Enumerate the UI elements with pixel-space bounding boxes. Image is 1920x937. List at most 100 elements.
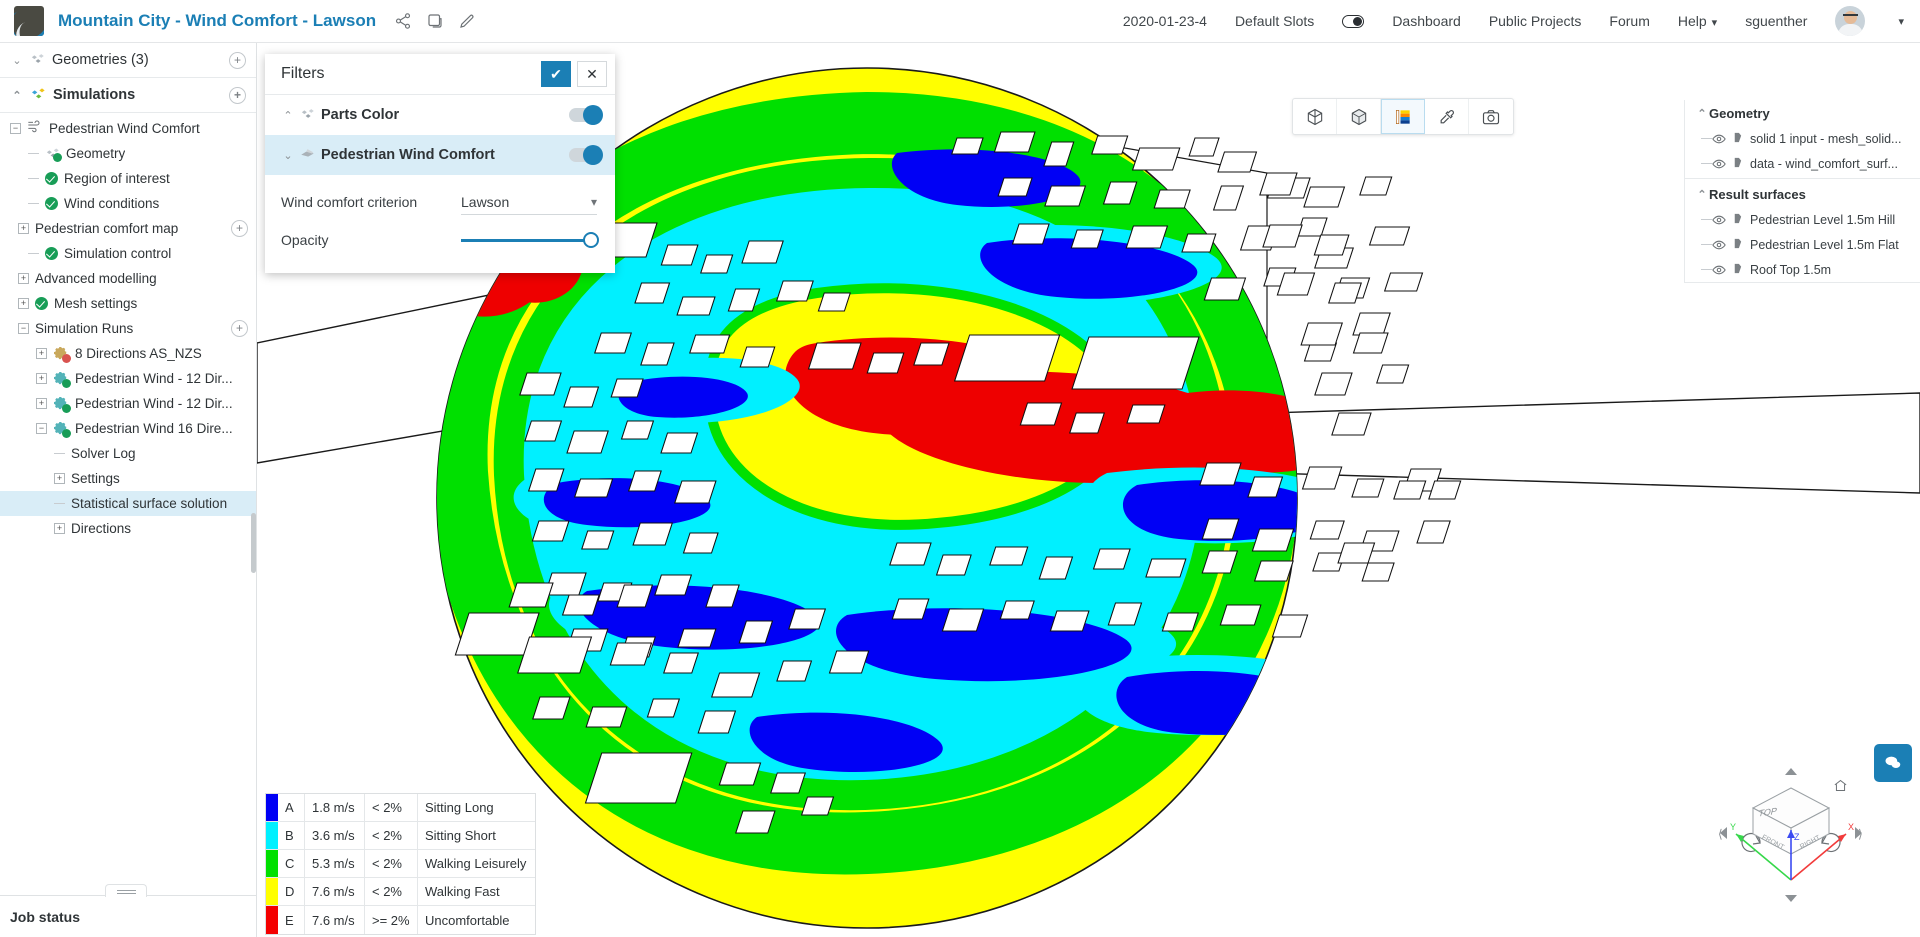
- app-logo-icon[interactable]: [14, 6, 44, 36]
- opacity-slider[interactable]: [461, 231, 599, 249]
- run-pedestrian-wind-16-dir[interactable]: − Pedestrian Wind 16 Dire...: [0, 416, 256, 441]
- filter-pwc-toggle[interactable]: [569, 145, 603, 165]
- tree-expand-toggle[interactable]: −: [18, 323, 29, 334]
- edit-icon[interactable]: [458, 12, 476, 30]
- run-pedestrian-wind-12-dir-b[interactable]: + Pedestrian Wind - 12 Dir...: [0, 391, 256, 416]
- eye-icon[interactable]: [1712, 213, 1726, 227]
- geometries-label: Geometries (3): [52, 52, 149, 68]
- tree-item-add-button[interactable]: +: [231, 320, 248, 337]
- tree-scrollbar[interactable]: [251, 513, 256, 573]
- nav-public-projects[interactable]: Public Projects: [1489, 13, 1582, 29]
- eyedropper-icon[interactable]: [1425, 99, 1469, 134]
- camera-icon[interactable]: [1469, 99, 1513, 134]
- nav-username[interactable]: sguenther: [1745, 13, 1807, 29]
- tree-expand-toggle[interactable]: +: [54, 473, 65, 484]
- tree-expand-toggle[interactable]: +: [36, 398, 47, 409]
- tree-item-label: Pedestrian Wind - 12 Dir...: [75, 371, 233, 386]
- eye-icon[interactable]: [1712, 238, 1726, 252]
- add-simulation-button[interactable]: +: [229, 86, 246, 104]
- tree-item-label: 8 Directions AS_NZS: [75, 346, 202, 361]
- nav-forum[interactable]: Forum: [1609, 13, 1649, 29]
- copy-icon[interactable]: [426, 12, 444, 30]
- parts-color-twisty-icon[interactable]: ⌃: [281, 109, 295, 122]
- legend-key: C: [285, 856, 295, 871]
- result-pedestrian-level-1-5m-hill[interactable]: Pedestrian Level 1.5m Hill: [1685, 207, 1920, 232]
- sim-simulation-control[interactable]: Simulation control: [0, 241, 256, 266]
- slot-toggle-icon[interactable]: [1342, 14, 1365, 28]
- share-icon[interactable]: [394, 12, 412, 30]
- result-surfaces-header[interactable]: ⌃ Result surfaces: [1685, 181, 1920, 207]
- geometries-twisty-icon[interactable]: ⌄: [10, 54, 24, 67]
- run-settings[interactable]: + Settings: [0, 466, 256, 491]
- result-pedestrian-level-1-5m-flat[interactable]: Pedestrian Level 1.5m Flat: [1685, 232, 1920, 257]
- sim-mesh-settings[interactable]: + Mesh settings: [0, 291, 256, 316]
- nav-slot-date[interactable]: 2020-01-23-4: [1123, 13, 1207, 29]
- surface-tag-icon: [1732, 238, 1743, 251]
- run-directions[interactable]: + Directions: [0, 516, 256, 541]
- eye-icon[interactable]: [1712, 263, 1726, 277]
- nav-help[interactable]: Help ▾: [1678, 13, 1717, 29]
- home-icon[interactable]: [1833, 778, 1848, 793]
- filter-pedestrian-wind-comfort[interactable]: ⌄ Pedestrian Wind Comfort: [265, 135, 615, 175]
- tree-expand-toggle[interactable]: +: [36, 373, 47, 384]
- filters-confirm-button[interactable]: ✔: [541, 61, 571, 87]
- run-8-directions-as-nzs[interactable]: +8 Directions AS_NZS: [0, 341, 256, 366]
- sim-advanced-modelling[interactable]: + Advanced modelling: [0, 266, 256, 291]
- job-status-bar[interactable]: Job status: [0, 895, 257, 937]
- criterion-label: Wind comfort criterion: [281, 194, 418, 210]
- parts-color-icon: [300, 106, 315, 125]
- bounding-box-icon[interactable]: [1293, 99, 1337, 134]
- tree-connector: [28, 178, 39, 179]
- filter-parts-color-toggle[interactable]: [569, 105, 603, 125]
- eye-icon[interactable]: [1712, 157, 1726, 171]
- sim-wind-conditions[interactable]: Wind conditions: [0, 191, 256, 216]
- avatar[interactable]: [1835, 6, 1866, 36]
- navigation-cube[interactable]: TOP FRONT RIGHT Y X Z ⟨ ⟩: [1710, 752, 1872, 914]
- tree-item-add-button[interactable]: +: [231, 220, 248, 237]
- criterion-select[interactable]: Lawson ▾: [461, 189, 597, 215]
- tree-expand-toggle[interactable]: +: [18, 273, 29, 284]
- svg-text:⟨: ⟨: [1718, 827, 1723, 841]
- tree-expand-toggle[interactable]: +: [18, 223, 29, 234]
- nav-dashboard[interactable]: Dashboard: [1392, 13, 1461, 29]
- run-statistical-surface-solution[interactable]: Statistical surface solution: [0, 491, 256, 516]
- result-roof-top-1-5m[interactable]: Roof Top 1.5m: [1685, 257, 1920, 282]
- simulations-twisty-icon[interactable]: ⌃: [10, 89, 24, 102]
- geometry-header[interactable]: ⌃ Geometry: [1685, 100, 1920, 126]
- tree-section-simulations[interactable]: ⌃ Simulations +: [0, 78, 256, 113]
- opacity-slider-knob[interactable]: [583, 232, 599, 248]
- tree-section-geometries[interactable]: ⌄ Geometries (3) +: [0, 43, 256, 78]
- sim-geometry[interactable]: Geometry: [0, 141, 256, 166]
- solid-cube-icon[interactable]: [1337, 99, 1381, 134]
- tree-item-label: Simulation Runs: [35, 321, 134, 336]
- filters-close-button[interactable]: ✕: [577, 61, 607, 87]
- geometry-collapse-icon[interactable]: ⌃: [1695, 107, 1709, 120]
- panel-resize-handle[interactable]: [105, 884, 147, 897]
- nav-default-slots[interactable]: Default Slots: [1235, 13, 1314, 29]
- tree-item-label: Pedestrian Wind Comfort: [49, 121, 200, 136]
- tree-expand-toggle[interactable]: +: [36, 348, 47, 359]
- add-geometry-button[interactable]: +: [229, 51, 246, 69]
- run-pedestrian-wind-12-dir-a[interactable]: + Pedestrian Wind - 12 Dir...: [0, 366, 256, 391]
- tree-expand-toggle[interactable]: +: [54, 523, 65, 534]
- sim-region-of-interest[interactable]: Region of interest: [0, 166, 256, 191]
- tree-connector: [1701, 163, 1712, 164]
- geom-data-wind-comfort-surf[interactable]: data - wind_comfort_surf...: [1685, 151, 1920, 176]
- tree-item-label: Settings: [71, 471, 120, 486]
- tree-expand-toggle[interactable]: −: [10, 123, 21, 134]
- tree-expand-toggle[interactable]: −: [36, 423, 47, 434]
- legend-color-swatch: [266, 822, 278, 849]
- results-collapse-icon[interactable]: ⌃: [1695, 188, 1709, 201]
- pwc-twisty-icon[interactable]: ⌄: [281, 149, 295, 162]
- sim-pedestrian-wind-comfort[interactable]: − Pedestrian Wind Comfort: [0, 116, 256, 141]
- sim-simulation-runs[interactable]: − Simulation Runs +: [0, 316, 256, 341]
- chat-button[interactable]: [1874, 744, 1912, 782]
- sim-pedestrian-comfort-map[interactable]: + Pedestrian comfort map +: [0, 216, 256, 241]
- color-scale-icon[interactable]: [1381, 99, 1425, 134]
- account-chevron-down-icon[interactable]: ▾: [1898, 15, 1904, 28]
- tree-expand-toggle[interactable]: +: [18, 298, 29, 309]
- run-solver-log[interactable]: Solver Log: [0, 441, 256, 466]
- geom-solid-1-input[interactable]: solid 1 input - mesh_solid...: [1685, 126, 1920, 151]
- filter-parts-color[interactable]: ⌃ Parts Color: [265, 95, 615, 135]
- eye-icon[interactable]: [1712, 132, 1726, 146]
